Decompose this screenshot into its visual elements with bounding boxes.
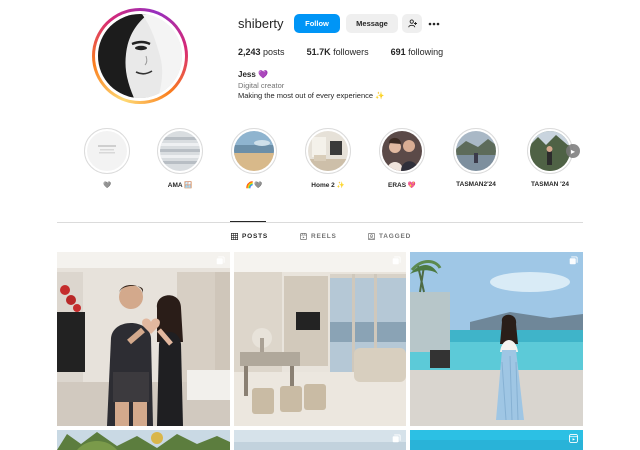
highlight-cover	[160, 131, 200, 171]
carousel-icon	[392, 434, 401, 443]
post-image	[234, 430, 406, 450]
post-image	[57, 252, 230, 426]
bio-category: Digital creator	[238, 81, 285, 90]
following-label: following	[408, 47, 444, 57]
followers-stat[interactable]: 51.7K followers	[307, 47, 369, 57]
avatar-image	[98, 14, 182, 98]
highlight-ring	[84, 128, 130, 174]
tab-tagged[interactable]: TAGGED	[368, 233, 411, 240]
following-stat[interactable]: 691 following	[391, 47, 444, 57]
highlight-ring	[231, 128, 277, 174]
message-button[interactable]: Message	[346, 14, 398, 33]
highlight-item[interactable]: TASMAN '24	[523, 128, 577, 188]
following-count: 691	[390, 47, 406, 57]
carousel-icon	[392, 256, 401, 265]
post-tile[interactable]	[57, 430, 230, 450]
highlight-item[interactable]: Home 2 ✨	[301, 128, 355, 189]
highlight-item[interactable]: AMA 🪟	[153, 128, 207, 189]
tab-tagged-label: TAGGED	[379, 233, 412, 240]
highlight-label: TASMAN '24	[531, 181, 569, 188]
highlight-cover	[456, 131, 496, 171]
tab-posts-label: POSTS	[242, 233, 269, 240]
tagged-icon	[368, 233, 375, 240]
highlight-cover	[234, 131, 274, 171]
add-person-icon	[407, 19, 417, 28]
highlight-label: AMA 🪟	[167, 182, 193, 189]
bio-name: Jess 💜	[238, 70, 268, 79]
profile-username: shiberty	[238, 16, 284, 31]
highlight-cover	[382, 131, 422, 171]
carousel-icon	[216, 256, 225, 265]
profile-tabs: POSTS REELS TAGGED	[0, 233, 640, 243]
followers-count: 51.7K	[306, 47, 331, 57]
more-options-button[interactable]	[426, 14, 442, 33]
post-image	[57, 430, 230, 450]
highlight-ring	[305, 128, 351, 174]
highlight-item[interactable]: 🩶	[80, 128, 134, 189]
bio-text: Making the most out of every experience …	[238, 91, 385, 100]
highlight-ring	[453, 128, 499, 174]
highlight-cover	[530, 131, 570, 171]
grid-icon	[231, 233, 238, 240]
highlight-item[interactable]: ERAS 💖	[375, 128, 429, 189]
chevron-right-icon[interactable]: ▸	[566, 144, 580, 158]
tab-posts[interactable]: POSTS	[231, 233, 268, 240]
followers-label: followers	[333, 47, 369, 57]
post-tile[interactable]	[57, 252, 230, 426]
post-tile[interactable]	[410, 430, 583, 450]
highlight-label: TASMAN2'24	[456, 181, 496, 188]
story-highlights: 🩶 AMA 🪟 🌈🩶 Home 2 ✨ ERAS 💖 TASMAN2'24 TA…	[80, 128, 600, 198]
highlight-label: ERAS 💖	[388, 182, 416, 189]
posts-count: 2,243	[238, 47, 261, 57]
post-image	[410, 252, 583, 426]
more-dots-icon	[428, 22, 440, 25]
highlight-label: 🩶	[102, 182, 112, 189]
highlight-ring	[379, 128, 425, 174]
tab-reels-label: REELS	[311, 233, 337, 240]
avatar-border	[95, 11, 185, 101]
highlight-label: 🌈🩶	[245, 182, 263, 189]
post-tile[interactable]	[410, 252, 583, 426]
tabs-divider	[57, 222, 583, 223]
post-image	[234, 252, 406, 426]
highlight-ring	[157, 128, 203, 174]
highlight-item[interactable]: TASMAN2'24	[449, 128, 503, 188]
follow-button[interactable]: Follow	[294, 14, 340, 33]
posts-label: posts	[263, 47, 285, 57]
reels-icon	[569, 434, 578, 443]
post-tile[interactable]	[234, 252, 406, 426]
reels-icon	[300, 233, 307, 240]
highlight-cover	[308, 131, 348, 171]
profile-avatar[interactable]	[92, 8, 188, 104]
posts-stat: 2,243 posts	[238, 47, 285, 57]
highlight-cover	[87, 131, 127, 171]
tab-reels[interactable]: REELS	[300, 233, 337, 240]
active-tab-indicator	[230, 221, 266, 222]
highlight-label: Home 2 ✨	[311, 182, 345, 189]
highlight-item[interactable]: 🌈🩶	[227, 128, 281, 189]
post-tile[interactable]	[234, 430, 406, 450]
carousel-icon	[569, 256, 578, 265]
suggested-accounts-button[interactable]	[402, 14, 422, 33]
profile-stats: 2,243 posts 51.7K followers 691 followin…	[238, 47, 465, 57]
post-image	[410, 430, 583, 450]
